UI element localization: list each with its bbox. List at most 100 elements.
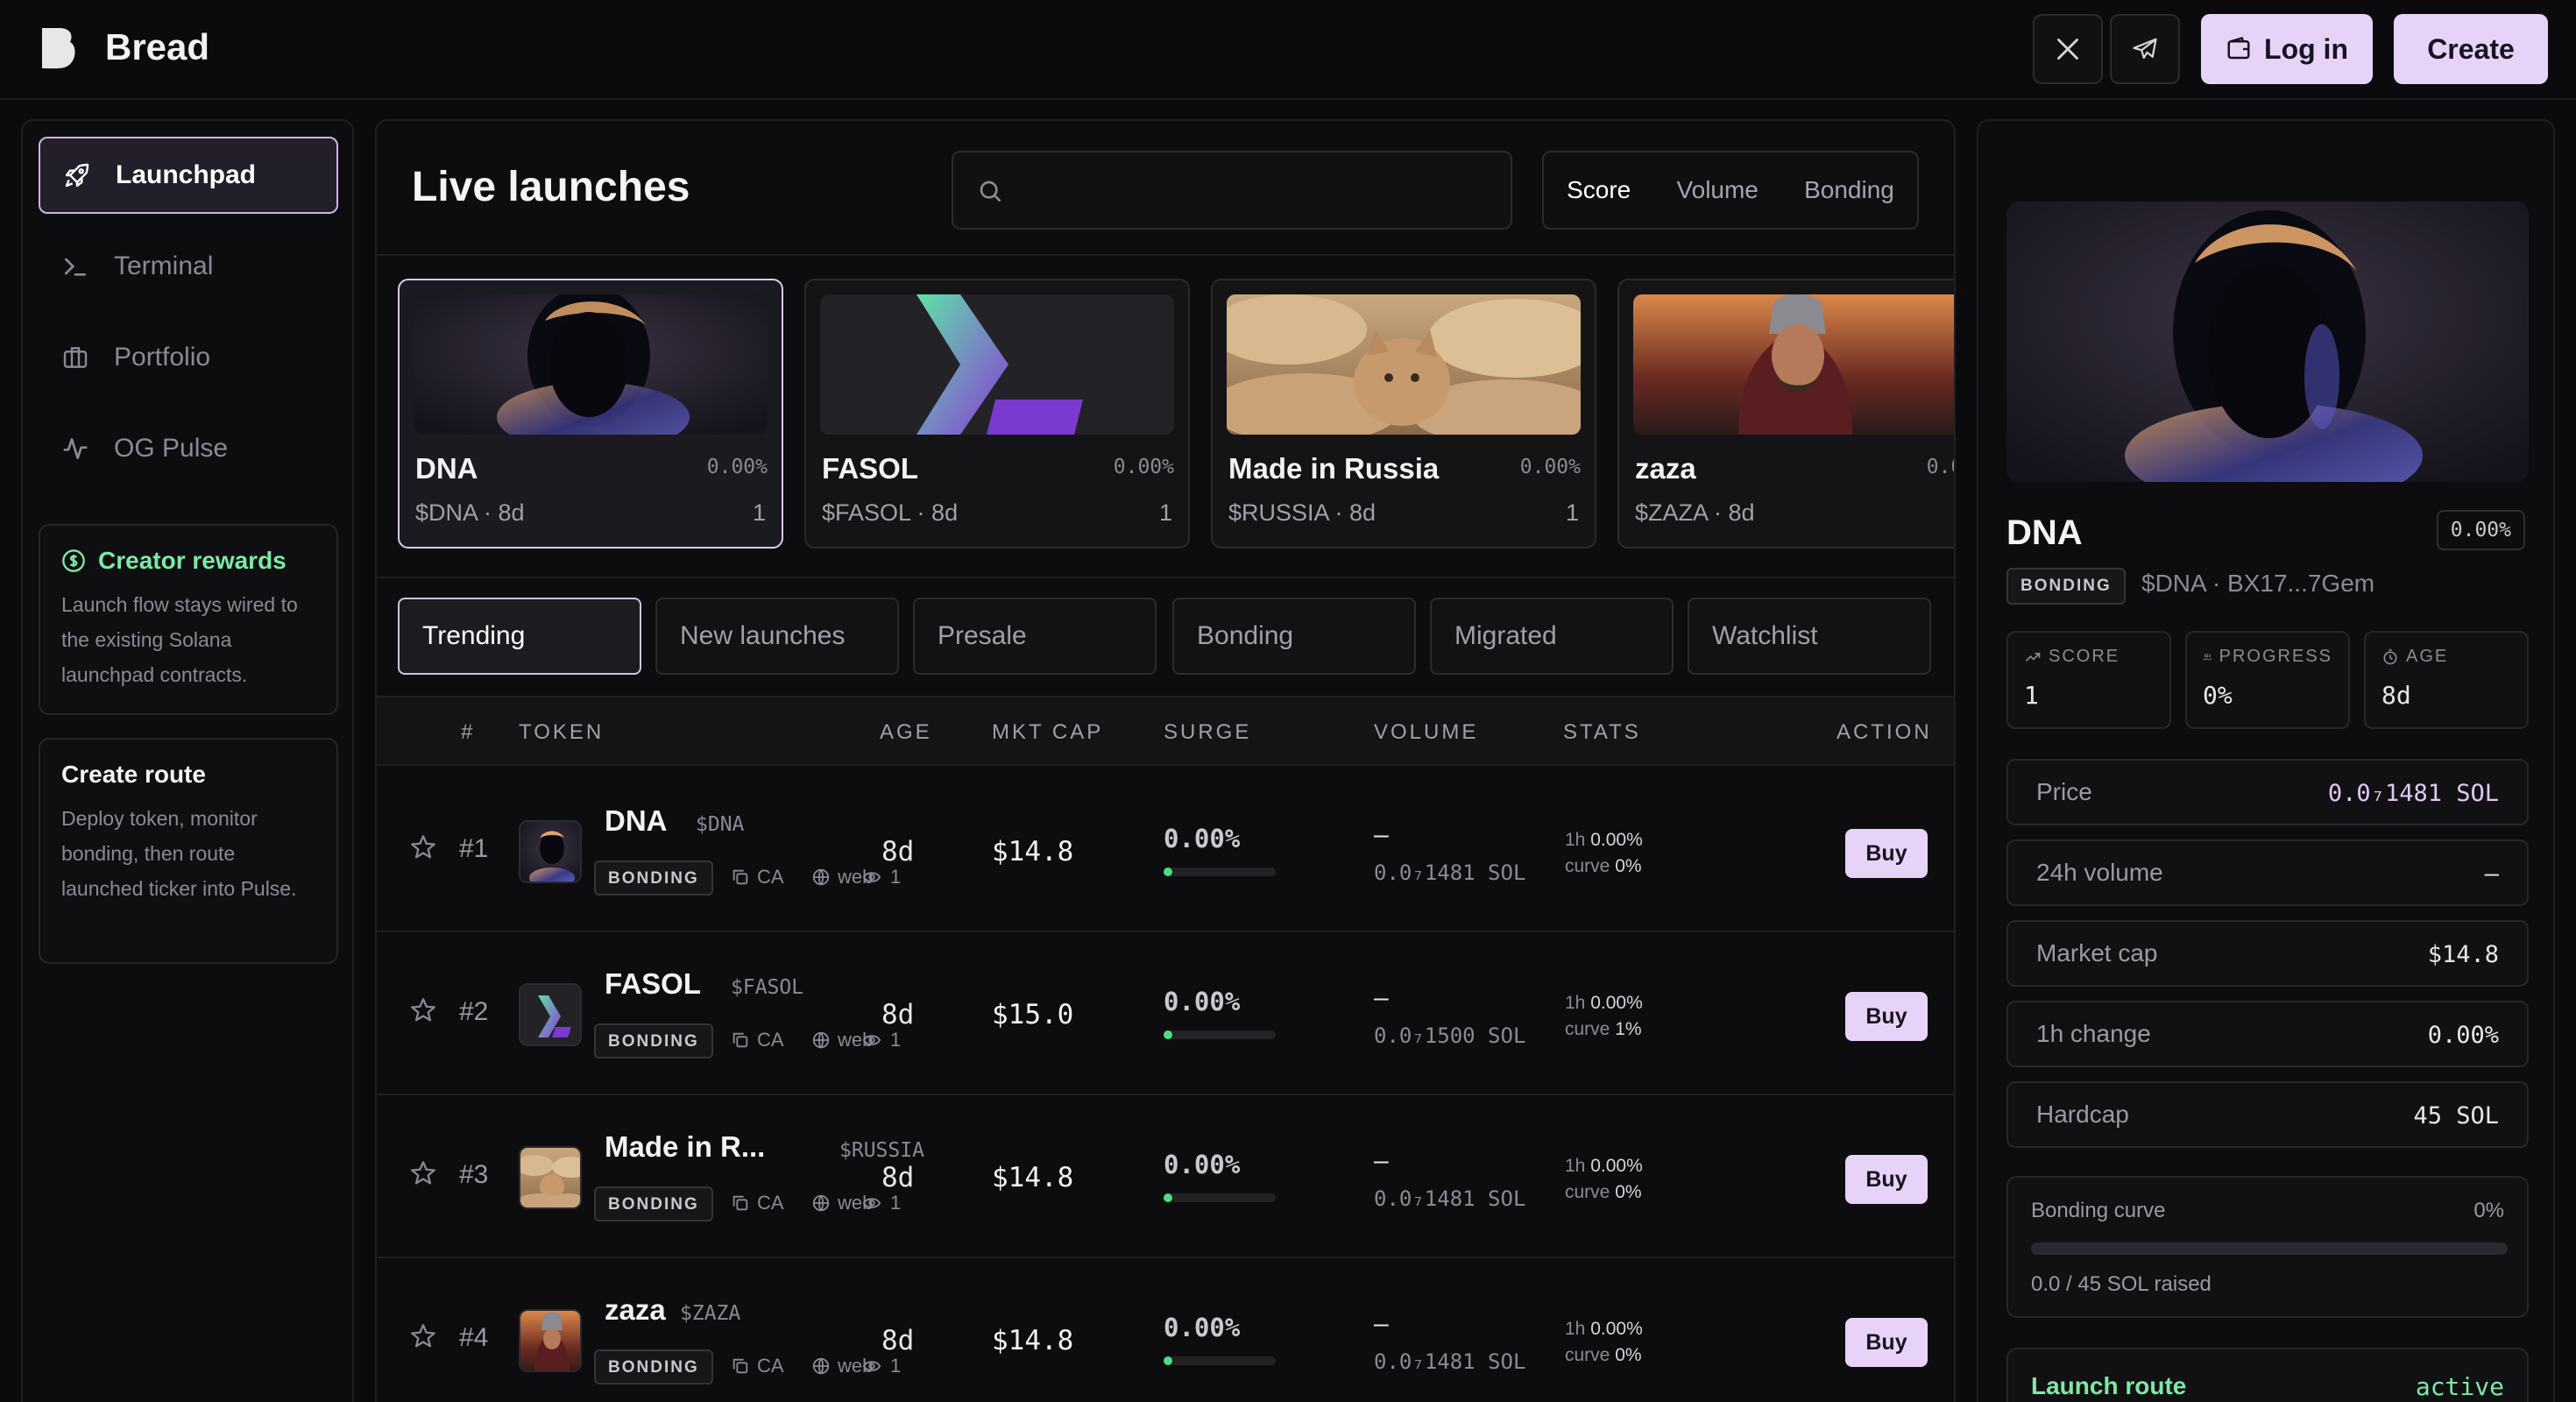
row-surge: 0.00% [1164, 987, 1241, 1016]
buy-button[interactable]: Buy [1845, 992, 1928, 1041]
stat-value: 8d [2381, 681, 2411, 710]
col-rank[interactable]: # [461, 720, 475, 745]
stat-age: AGE 8d [2364, 631, 2529, 729]
token-avatar [519, 1309, 582, 1372]
page-title: Live launches [412, 164, 690, 210]
login-button[interactable]: Log in [2201, 14, 2373, 84]
col-surge[interactable]: SURGE [1164, 720, 1251, 745]
featured-card-fasol[interactable]: FASOL 0.00% $FASOL · 8d 1 [804, 279, 1190, 549]
views-value: 1 [890, 866, 902, 888]
token-name[interactable]: DNA [605, 804, 668, 838]
buy-button[interactable]: Buy [1845, 1318, 1928, 1367]
copy-ca-button[interactable]: CA [731, 1355, 784, 1377]
pulse-icon [63, 438, 88, 459]
sort-score[interactable]: Score [1567, 176, 1631, 204]
ca-label: CA [757, 1192, 784, 1214]
tab-trending[interactable]: Trending [398, 598, 641, 675]
col-age[interactable]: AGE [880, 720, 932, 745]
stat-1h-value: 0.00% [1590, 993, 1643, 1013]
eye-icon [862, 1361, 881, 1371]
views-count: 1 [862, 1192, 901, 1214]
row-age: 8d [881, 1325, 915, 1356]
ca-label: CA [757, 1029, 784, 1051]
terminal-icon [65, 258, 86, 276]
star-icon[interactable] [408, 1321, 438, 1351]
star-icon[interactable] [408, 832, 438, 862]
star-icon[interactable] [408, 1158, 438, 1188]
token-symbol: $DNA [696, 813, 745, 836]
sidebar-item-portfolio[interactable]: Portfolio [39, 319, 338, 396]
col-mkt-cap[interactable]: MKT CAP [992, 720, 1103, 745]
tab-bonding[interactable]: Bonding [1172, 598, 1416, 675]
table-row[interactable]: #2 FASOL $FASOL BONDING CA web 1 8d $15.… [377, 932, 1954, 1095]
buy-button[interactable]: Buy [1845, 1155, 1928, 1204]
featured-card-dna[interactable]: DNA 0.00% $DNA · 8d 1 [398, 279, 783, 549]
status-badge: BONDING [2006, 568, 2126, 605]
kv-label: Market cap [2036, 939, 2158, 967]
copy-ca-button[interactable]: CA [731, 1029, 784, 1052]
token-name[interactable]: Made in R... [605, 1130, 765, 1164]
sort-volume[interactable]: Volume [1676, 176, 1758, 204]
brand-name[interactable]: Bread [105, 26, 209, 68]
tab-new-launches[interactable]: New launches [655, 598, 899, 675]
search-input[interactable] [952, 151, 1512, 230]
copy-icon [732, 869, 748, 885]
users-icon [2203, 653, 2212, 661]
bread-logo-icon[interactable] [39, 26, 77, 70]
copy-ca-button[interactable]: CA [731, 866, 784, 889]
stat-value: 1 [2024, 681, 2039, 710]
copy-ca-button[interactable]: CA [731, 1192, 784, 1214]
col-stats[interactable]: STATS [1563, 720, 1641, 745]
row-volume-sol: 0.0₇1500 SOL [1374, 1023, 1526, 1048]
filter-tabs: Trending New launches Presale Bonding Mi… [398, 598, 1954, 675]
telegram-button[interactable] [2110, 14, 2180, 84]
stat-progress: PROGRESS 0% [2185, 631, 2350, 729]
tab-migrated[interactable]: Migrated [1430, 598, 1674, 675]
col-token[interactable]: TOKEN [519, 720, 604, 745]
row-surge: 0.00% [1164, 1150, 1241, 1179]
x-button[interactable] [2033, 14, 2103, 84]
market-cap-row: Market cap $14.8 [2006, 920, 2529, 987]
copy-icon [732, 1032, 748, 1048]
card-sub: $FASOL · 8d [822, 499, 959, 526]
sidebar-item-launchpad[interactable]: Launchpad [39, 137, 338, 214]
create-button[interactable]: Create [2394, 14, 2548, 84]
col-volume[interactable]: VOLUME [1374, 720, 1478, 745]
sort-bonding[interactable]: Bonding [1804, 176, 1894, 204]
sidebar: Launchpad Terminal Portfolio OG Pulse Cr… [21, 119, 354, 1402]
token-avatar [519, 1146, 582, 1209]
divider [377, 577, 1954, 578]
stat-score: SCORE 1 [2006, 631, 2171, 729]
row-mkt-cap: $14.8 [992, 1162, 1074, 1193]
row-stats: 1h 0.00% curve 0% [1565, 1316, 1643, 1369]
buy-button[interactable]: Buy [1845, 829, 1928, 878]
sidebar-item-terminal[interactable]: Terminal [39, 228, 338, 305]
kv-label: 1h change [2036, 1020, 2151, 1047]
token-name[interactable]: zaza [605, 1293, 666, 1327]
col-action: ACTION [1836, 720, 1932, 744]
bonding-pct: 0% [2473, 1199, 2504, 1222]
featured-card-made-in-russia[interactable]: Made in Russia 0.00% $RUSSIA · 8d 1 [1211, 279, 1596, 549]
surge-bar [1164, 1356, 1276, 1365]
creator-rewards-card: Creator rewards Launch flow stays wired … [39, 524, 338, 715]
rocket-icon [65, 163, 89, 188]
row-mkt-cap: $14.8 [992, 1325, 1074, 1356]
tab-presale[interactable]: Presale [913, 598, 1157, 675]
tab-watchlist[interactable]: Watchlist [1688, 598, 1931, 675]
token-symbol: $FASOL [731, 976, 804, 999]
detail-contract[interactable]: $DNA · BX17...7Gem [2141, 570, 2374, 598]
card-name: DNA [415, 452, 478, 485]
star-icon[interactable] [408, 995, 438, 1025]
table-row[interactable]: #3 Made in R... $RUSSIA BONDING CA web 1… [377, 1095, 1954, 1258]
status-badge: BONDING [594, 1023, 713, 1059]
stat-label: AGE [2406, 647, 2449, 666]
table-row[interactable]: #1 DNA $DNA BONDING CA web 1 8d $14.8 0.… [377, 769, 1954, 932]
create-route-title: Create route [61, 761, 206, 788]
create-label: Create [2427, 32, 2515, 65]
token-name[interactable]: FASOL [605, 967, 701, 1001]
sidebar-item-og-pulse[interactable]: OG Pulse [39, 410, 338, 487]
ca-label: CA [757, 1355, 784, 1377]
featured-card-zaza[interactable]: zaza 0.00% $ZAZA · 8d 1 [1617, 279, 1954, 549]
kv-value: – [2484, 860, 2499, 888]
table-row[interactable]: #4 zaza $ZAZA BONDING CA web 1 8d $14.8 … [377, 1258, 1954, 1402]
